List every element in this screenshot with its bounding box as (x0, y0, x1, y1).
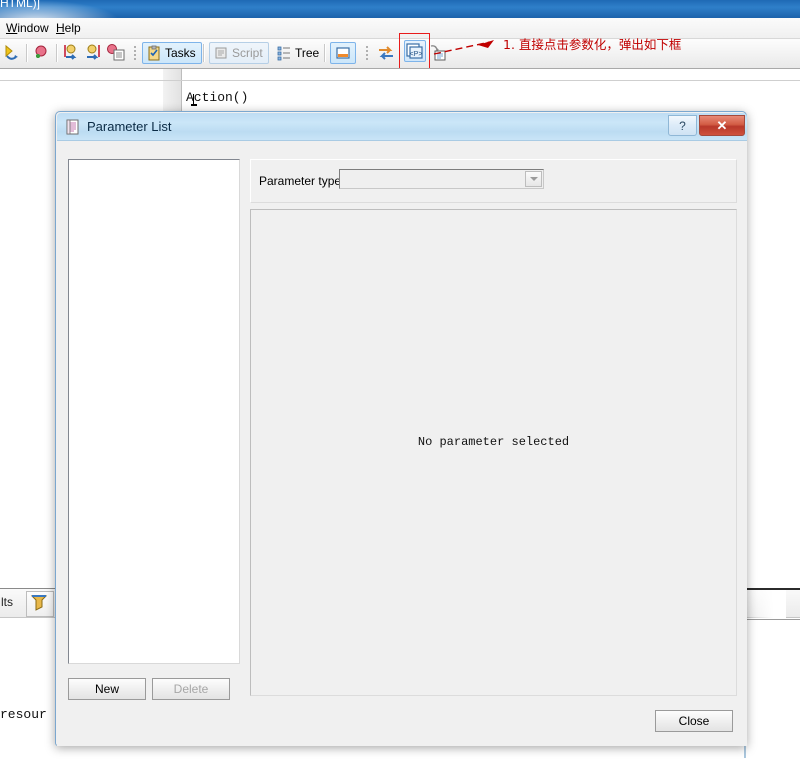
parameter-type-select[interactable] (339, 169, 544, 189)
tab-tasks[interactable]: Tasks (142, 42, 202, 64)
parameter-detail-panel: No parameter selected (250, 209, 737, 696)
new-button[interactable]: New (68, 678, 146, 700)
toolbar-separator (26, 44, 28, 62)
parameter-type-label: Parameter type: (259, 174, 345, 188)
annotation-text: 1. 直接点击参数化，弹出如下框 (503, 37, 682, 52)
swap-arrows-icon[interactable] (376, 43, 396, 63)
lower-panel-tab-label[interactable]: lts (1, 595, 13, 609)
step-out-icon[interactable] (84, 43, 104, 63)
toolbar-separator (56, 44, 58, 62)
no-parameter-selected-message: No parameter selected (417, 435, 570, 449)
tab-script-label: Script (232, 46, 263, 60)
application-title: HTML)] (0, 0, 40, 10)
tab-tree[interactable]: Tree (272, 42, 325, 64)
close-button[interactable]: Close (655, 710, 733, 732)
editor-top-divider (0, 80, 800, 81)
parameter-type-group: Parameter type: (250, 159, 737, 203)
tree-icon (276, 45, 292, 61)
run-icon[interactable] (2, 43, 22, 63)
panel-divider-dark (744, 588, 800, 590)
parameter-list-dialog: Parameter List ? ✕ New Delete Parameter … (55, 111, 747, 746)
close-icon-button[interactable]: ✕ (699, 115, 745, 136)
clear-results-button[interactable] (26, 591, 54, 617)
toolbar-separator (324, 44, 326, 62)
menu-item-window[interactable]: Window (2, 20, 53, 36)
object-repository-icon[interactable] (106, 43, 126, 63)
lower-panel-text: resour (0, 707, 47, 722)
keyword-view-toggle[interactable] (330, 42, 356, 64)
panel-divider-gray (744, 619, 800, 620)
tasks-icon (146, 45, 162, 61)
step-into-icon[interactable] (62, 43, 82, 63)
toolbar-grip[interactable] (366, 44, 369, 62)
tab-tree-label: Tree (295, 46, 320, 60)
toolbar-grip[interactable] (134, 44, 137, 62)
chevron-down-icon[interactable] (525, 171, 542, 187)
application-titlebar: HTML)] (0, 0, 800, 18)
tab-script[interactable]: Script (209, 42, 269, 64)
code-line-action: Action() (186, 90, 249, 105)
menu-item-window-label-rest: indow (17, 21, 49, 35)
menu-item-help-label-rest: elp (64, 21, 81, 35)
text-caret (191, 94, 197, 106)
script-icon (213, 45, 229, 61)
dialog-titlebar[interactable]: Parameter List ? ✕ (57, 113, 747, 141)
delete-button: Delete (152, 678, 230, 700)
keyword-view-icon (335, 45, 351, 61)
help-button[interactable]: ? (668, 115, 697, 136)
parameter-list-icon (65, 119, 81, 135)
toolbar-separator (203, 44, 205, 62)
annotation-arrow (433, 40, 494, 55)
menu-item-help[interactable]: Help (52, 20, 85, 36)
parameter-listbox[interactable] (68, 159, 240, 664)
dialog-title: Parameter List (87, 119, 172, 134)
stop-record-icon[interactable] (32, 43, 52, 63)
dialog-body: New Delete Parameter type: No parameter … (57, 141, 747, 746)
tab-tasks-label: Tasks (165, 46, 196, 60)
